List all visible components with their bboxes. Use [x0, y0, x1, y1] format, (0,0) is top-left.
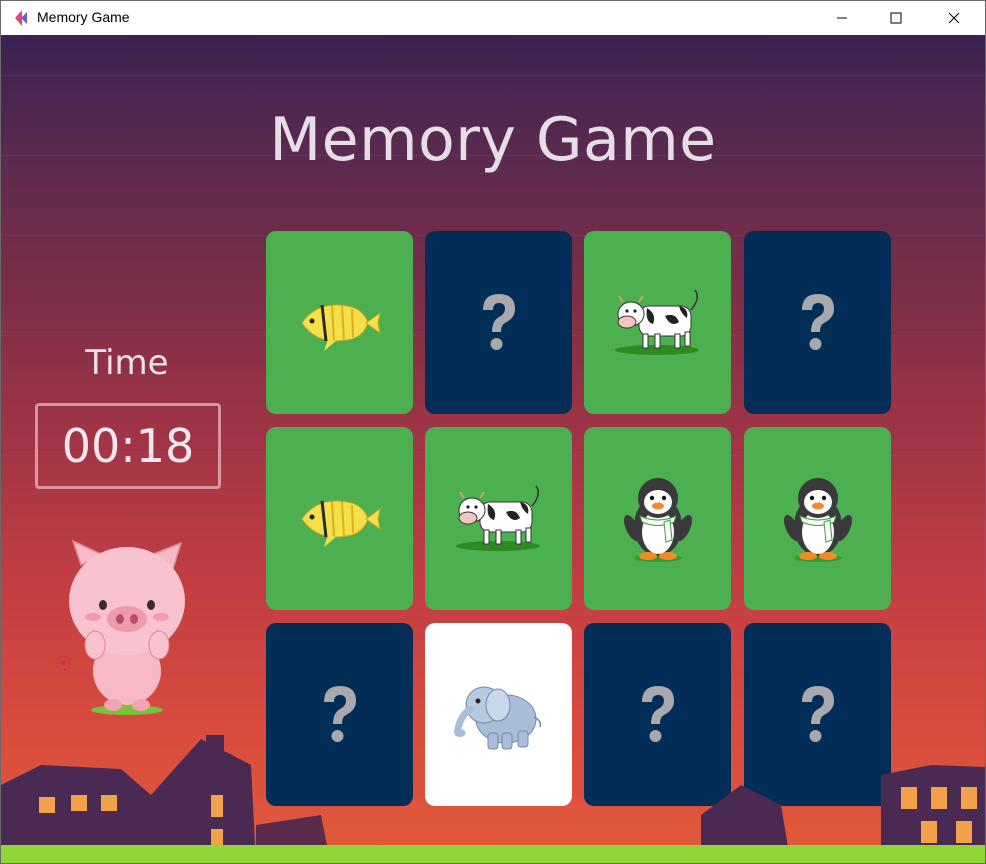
timer-display: 00:18	[35, 403, 221, 489]
app-logo-icon	[15, 10, 27, 26]
page-title: Memory Game	[269, 105, 717, 175]
time-label: Time	[85, 343, 169, 383]
maximize-button[interactable]	[873, 1, 919, 35]
card-1-fish[interactable]	[266, 231, 413, 414]
pig-mascot-illustration	[55, 539, 185, 715]
village-silhouette	[1, 735, 985, 863]
card-7-penguin[interactable]	[584, 427, 731, 610]
game-scene: Memory Game Time 00:18	[1, 35, 985, 863]
grass-strip	[1, 845, 985, 863]
fish-icon	[300, 500, 381, 547]
card-5-fish[interactable]	[266, 427, 413, 610]
question-mark-icon	[482, 293, 515, 350]
card-6-cow[interactable]	[425, 427, 572, 610]
minimize-icon	[837, 17, 847, 19]
fish-icon	[300, 304, 381, 351]
maximize-icon	[890, 12, 902, 24]
window-title: Memory Game	[37, 9, 130, 25]
close-button[interactable]	[931, 1, 977, 35]
card-2-hidden[interactable]	[425, 231, 572, 414]
penguin-icon	[783, 477, 852, 562]
penguin-icon	[623, 477, 692, 562]
card-4-hidden[interactable]	[744, 231, 891, 414]
close-icon	[948, 12, 960, 24]
question-mark-icon	[801, 293, 834, 350]
cow-icon	[455, 485, 540, 551]
minimize-button[interactable]	[819, 1, 865, 35]
title-bar: Memory Game	[1, 1, 985, 35]
app-window: Memory Game Memory Game Time 00:18	[0, 0, 986, 864]
card-3-cow[interactable]	[584, 231, 731, 414]
timer-value: 00:18	[61, 419, 195, 473]
card-8-penguin[interactable]	[744, 427, 891, 610]
cow-icon	[614, 289, 699, 355]
